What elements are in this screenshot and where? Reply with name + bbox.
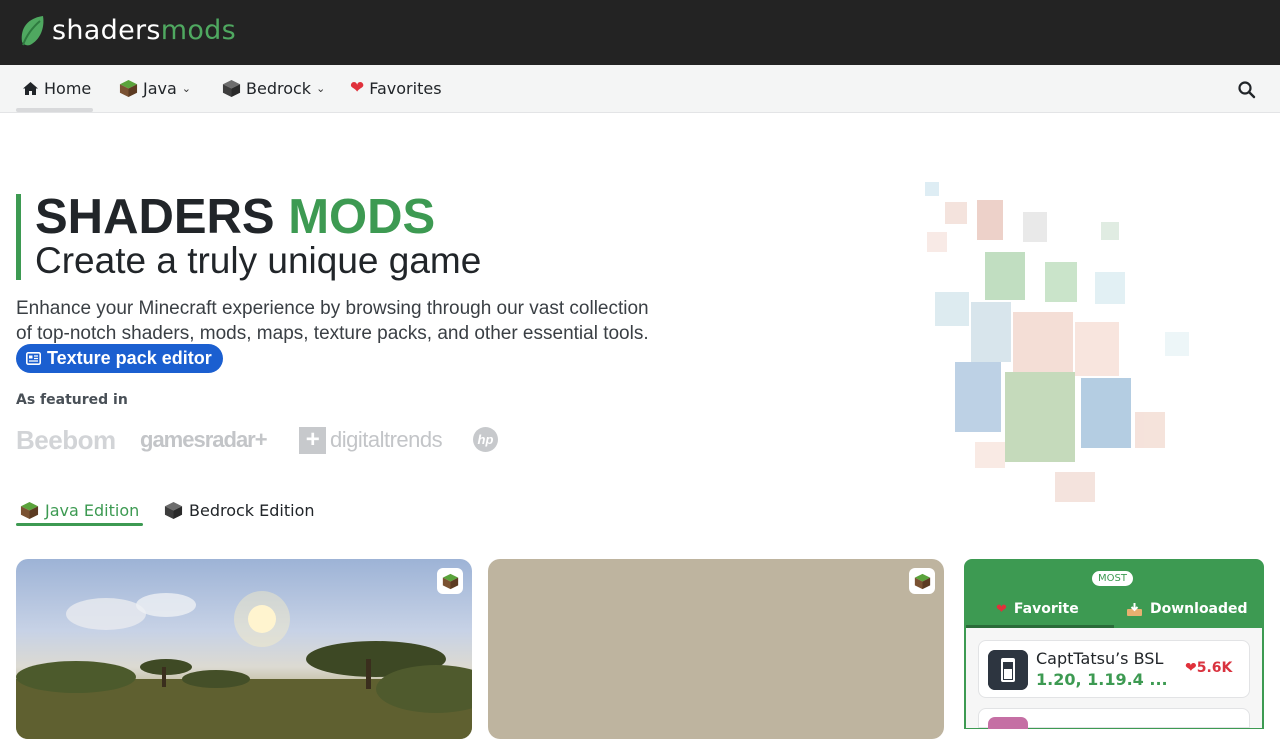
grass-block-icon [914, 573, 930, 589]
shader-preview-image [16, 591, 472, 739]
list-item-title: CaptTatsu’s BSL [1036, 649, 1164, 668]
logo-word-mods: mods [160, 15, 236, 46]
heart-icon: ❤ [996, 601, 1007, 617]
nav-java[interactable]: Java ⌄ [119, 65, 191, 111]
hero-description: Enhance your Minecraft experience by bro… [16, 298, 649, 344]
featured-logo-beebom: Beebom [16, 424, 116, 455]
tab-bedrock-edition-label: Bedrock Edition [189, 500, 315, 520]
shader-thumbnail [988, 717, 1028, 729]
title-word-mods: MODS [288, 190, 436, 244]
chevron-down-icon: ⌄ [181, 81, 192, 95]
most-pill: MOST [1092, 571, 1133, 586]
like-count-value: 5.6K [1196, 660, 1233, 676]
minecraft-mobs-artwork [925, 182, 1189, 502]
plus-icon: + [299, 426, 326, 454]
tab-java-edition[interactable]: Java Edition [20, 496, 139, 524]
nav-java-label: Java [143, 78, 177, 98]
site-logo[interactable]: shadersmods [18, 14, 236, 48]
grass-block-icon [119, 79, 138, 97]
list-item[interactable]: CaptTatsu’s BSL 1.20, 1.19.4 ... ❤5.6K [978, 640, 1250, 698]
like-count: ❤5.6K [1185, 660, 1232, 676]
tab-most-favorite[interactable]: ❤ Favorite [996, 596, 1079, 622]
active-tab-indicator [16, 523, 143, 526]
home-icon [23, 81, 38, 95]
tab-java-edition-label: Java Edition [45, 500, 140, 520]
bedrock-block-icon [164, 501, 183, 519]
page-subtitle: Create a truly unique game [35, 240, 482, 281]
tab-most-favorite-label: Favorite [1013, 601, 1079, 617]
nav-bedrock-label: Bedrock [246, 78, 312, 98]
logo-word-shaders: shaders [52, 15, 161, 46]
shader-card[interactable] [16, 559, 472, 739]
bedrock-block-icon [222, 79, 241, 97]
page-title: SHADERS MODS [35, 191, 435, 243]
list-item-versions: 1.20, 1.19.4 ... [1036, 670, 1168, 689]
java-badge [437, 568, 463, 594]
logo-text: shadersmods [52, 14, 236, 48]
chevron-down-icon: ⌄ [316, 81, 326, 95]
nav-active-indicator [16, 108, 93, 112]
featured-label: As featured in [16, 392, 128, 408]
nav-favorites[interactable]: ❤ Favorites [350, 65, 442, 111]
tab-most-downloaded[interactable]: Downloaded [1126, 596, 1248, 622]
hero-accent-bar [16, 194, 21, 280]
leaf-logo-icon [21, 16, 44, 46]
shader-thumbnail [988, 650, 1028, 690]
shader-card[interactable] [488, 559, 944, 739]
featured-logo-gamesradar: gamesradar+ [140, 427, 268, 452]
digitaltrends-wordmark: digitaltrends [330, 427, 443, 452]
grass-block-icon [20, 501, 39, 519]
nav-home-label: Home [44, 78, 92, 98]
featured-logo-hp: hp [473, 427, 498, 452]
grass-block-icon [442, 573, 458, 589]
heart-icon: ❤ [350, 78, 365, 98]
editor-icon [26, 352, 41, 365]
heart-icon: ❤ [1185, 660, 1197, 676]
download-icon [1127, 602, 1142, 616]
java-badge [909, 568, 935, 594]
nav-home[interactable]: Home [22, 65, 91, 111]
tab-bedrock-edition[interactable]: Bedrock Edition [164, 496, 315, 524]
texture-pack-editor-label: Texture pack editor [47, 348, 212, 368]
tab-most-downloaded-label: Downloaded [1150, 601, 1248, 617]
featured-logo-digitaltrends: + digitaltrends [299, 424, 443, 456]
texture-pack-editor-button[interactable]: Texture pack editor [16, 344, 223, 373]
main-nav: Home Java ⌄ Bedrock ⌄ ❤ Favorites [0, 65, 1280, 113]
list-item[interactable] [978, 708, 1250, 729]
search-icon[interactable] [1236, 79, 1258, 101]
top-header: shadersmods [0, 0, 1280, 65]
nav-favorites-label: Favorites [369, 78, 442, 98]
title-word-shaders: SHADERS [35, 190, 275, 244]
nav-bedrock[interactable]: Bedrock ⌄ [222, 65, 325, 111]
